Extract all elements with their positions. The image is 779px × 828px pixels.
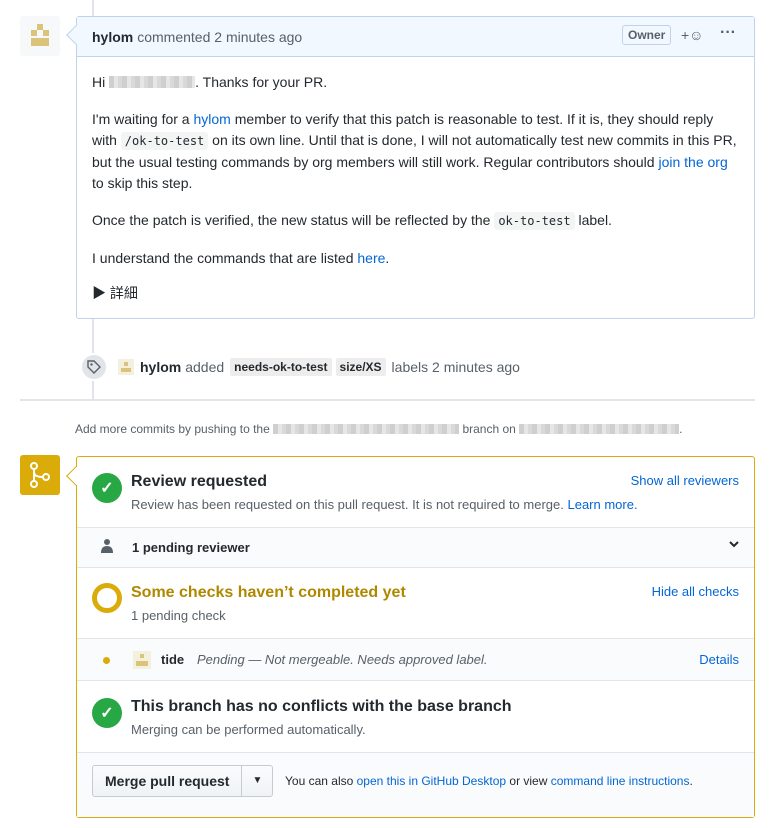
checks-section: Some checks haven’t completed yet 1 pend…	[77, 568, 754, 639]
tag-icon	[80, 353, 108, 381]
comment-greeting: Hi . Thanks for your PR.	[92, 74, 328, 90]
checks-title: Some checks haven’t completed yet	[131, 584, 406, 601]
review-subtitle: Review has been requested on this pull r…	[131, 497, 638, 512]
timeline-line-top	[92, 0, 94, 16]
check-status: Pending — Not mergeable. Needs approved …	[197, 652, 488, 667]
learn-more-link[interactable]: Learn more.	[567, 497, 637, 512]
review-requested-section: ✓ Review requested Review has been reque…	[77, 457, 754, 528]
redacted-repo	[519, 424, 680, 434]
command-line-instructions-link[interactable]: command line instructions	[551, 774, 690, 788]
label-event-avatar[interactable]	[118, 359, 134, 375]
push-note: Add more commits by pushing to the branc…	[75, 422, 683, 436]
commands-here-link[interactable]: here	[357, 250, 385, 266]
comment-box: hylom commented 2 minutes ago Owner +☺ ·…	[66, 16, 755, 319]
comment-body: Hi . Thanks for your PR. I'm waiting for…	[77, 57, 754, 319]
identicon-icon	[31, 24, 49, 46]
checks-subtitle: 1 pending check	[131, 608, 226, 623]
review-title: Review requested	[131, 473, 268, 490]
timeline-divider	[20, 399, 755, 401]
label-size-xs[interactable]: size/XS	[335, 358, 386, 376]
label-needs-ok-to-test[interactable]: needs-ok-to-test	[230, 358, 332, 376]
hide-all-checks-link[interactable]: Hide all checks	[652, 584, 739, 599]
comment-header: hylom commented 2 minutes ago Owner +☺ ·…	[77, 17, 754, 57]
pending-dot-icon	[103, 657, 110, 664]
comment-paragraph-4: I understand the commands that are liste…	[92, 250, 390, 266]
label-event-author[interactable]: hylom	[140, 359, 181, 375]
more-options-icon[interactable]: ···	[720, 24, 736, 42]
person-icon	[101, 539, 113, 553]
git-branch-icon	[20, 455, 60, 495]
comment-timestamp[interactable]: commented 2 minutes ago	[137, 29, 302, 45]
label-event: hylom added needs-ok-to-test size/XS lab…	[80, 352, 520, 382]
check-row-tide: tide Pending — Not mergeable. Needs appr…	[77, 639, 754, 681]
merge-pull-request-button[interactable]: Merge pull request	[93, 766, 243, 796]
ok-to-test-code: /ok-to-test	[120, 132, 209, 150]
org-link[interactable]: hylom	[194, 111, 231, 127]
comment-author[interactable]: hylom	[92, 29, 133, 45]
redacted-branch	[273, 424, 460, 434]
comment-paragraph-3: Once the patch is verified, the new stat…	[92, 212, 612, 230]
tide-avatar	[133, 651, 151, 669]
label-event-action: added	[185, 359, 225, 375]
conflicts-title: This branch has no conflicts with the ba…	[131, 698, 512, 715]
add-reaction-icon[interactable]: +☺	[681, 27, 703, 43]
comment-paragraph-2: I'm waiting for a hylom member to verify…	[92, 111, 737, 191]
merge-status-box: ✓ Review requested Review has been reque…	[66, 456, 755, 818]
owner-badge: Owner	[622, 25, 672, 45]
show-all-reviewers-link[interactable]: Show all reviewers	[631, 473, 739, 488]
merge-actions: Merge pull request ▼ You can also open t…	[77, 753, 754, 817]
pending-reviewer-row[interactable]: 1 pending reviewer	[77, 528, 754, 568]
merge-alternative-note: You can also open this in GitHub Desktop…	[285, 774, 693, 788]
check-circle-icon: ✓	[92, 473, 122, 503]
pending-circle-icon	[92, 583, 122, 613]
details-toggle[interactable]: ▶ 詳細	[92, 283, 739, 304]
open-github-desktop-link[interactable]: open this in GitHub Desktop	[357, 774, 506, 788]
commenter-avatar[interactable]	[20, 16, 60, 56]
check-details-link[interactable]: Details	[699, 652, 739, 667]
merge-button-group: Merge pull request ▼	[92, 765, 274, 797]
check-name: tide	[161, 652, 185, 667]
pending-reviewer-label: 1 pending reviewer	[132, 540, 250, 555]
merge-options-dropdown[interactable]: ▼	[242, 766, 272, 796]
ok-to-test-label-code: ok-to-test	[494, 212, 575, 230]
chevron-down-icon[interactable]	[728, 538, 740, 553]
check-circle-icon: ✓	[92, 698, 122, 728]
conflicts-subtitle: Merging can be performed automatically.	[131, 722, 366, 737]
conflicts-section: ✓ This branch has no conflicts with the …	[77, 681, 754, 753]
join-org-link[interactable]: join the org	[658, 154, 727, 170]
label-event-time: labels 2 minutes ago	[391, 359, 520, 375]
redacted-username	[109, 76, 196, 88]
